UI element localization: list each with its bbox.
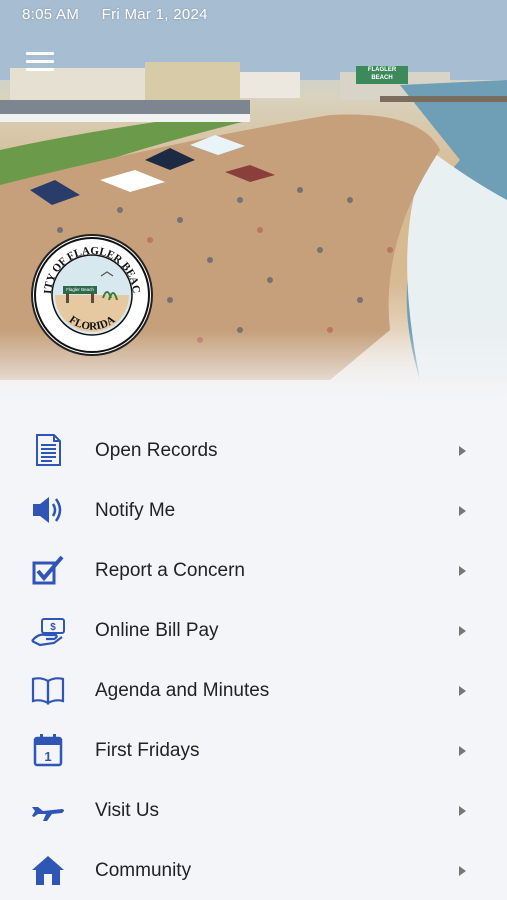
chevron-right-icon xyxy=(459,506,466,516)
menu-item-label: Visit Us xyxy=(95,800,160,821)
chevron-right-icon xyxy=(459,626,466,636)
calendar-icon: 1 xyxy=(33,734,63,767)
svg-text:1: 1 xyxy=(44,749,51,764)
main-menu: Open Records Notify Me Report a Concern … xyxy=(0,420,507,900)
menu-item-visit-us[interactable]: Visit Us xyxy=(0,780,507,840)
pier-sign: FLAGLER BEACH xyxy=(367,67,397,81)
status-time: 8:05 AM xyxy=(22,6,80,23)
menu-item-agenda-and-minutes[interactable]: Agenda and Minutes xyxy=(0,660,507,720)
menu-item-label: Report a Concern xyxy=(95,560,245,581)
chevron-right-icon xyxy=(459,686,466,696)
status-bar: 8:05 AM Fri Mar 1, 2024 xyxy=(22,6,226,23)
chevron-right-icon xyxy=(459,806,466,816)
menu-item-community[interactable]: Community xyxy=(0,840,507,900)
chevron-right-icon xyxy=(459,746,466,756)
menu-item-label: Community xyxy=(95,860,192,881)
menu-item-report-a-concern[interactable]: Report a Concern xyxy=(0,540,507,600)
menu-item-label: Online Bill Pay xyxy=(95,620,219,641)
menu-item-online-bill-pay[interactable]: $ Online Bill Pay xyxy=(0,600,507,660)
open-book-icon xyxy=(31,677,65,705)
house-icon xyxy=(32,856,64,885)
menu-item-label: Agenda and Minutes xyxy=(95,680,270,701)
speaker-icon xyxy=(33,497,62,523)
chevron-right-icon xyxy=(459,866,466,876)
airplane-icon xyxy=(32,807,64,821)
hero-banner: 8:05 AM Fri Mar 1, 2024 FLAGLER BEACH CI… xyxy=(0,0,507,405)
menu-item-open-records[interactable]: Open Records xyxy=(0,420,507,480)
chevron-right-icon xyxy=(459,446,466,456)
menu-item-label: Notify Me xyxy=(95,500,176,521)
status-date: Fri Mar 1, 2024 xyxy=(101,6,208,23)
document-icon xyxy=(36,434,61,466)
chevron-right-icon xyxy=(459,566,466,576)
menu-item-label: First Fridays xyxy=(95,740,200,761)
svg-text:Flagler Beach: Flagler Beach xyxy=(66,287,94,292)
city-seal-logo: CITY OF FLAGLER BEACH FLORIDA Flagler Be… xyxy=(33,236,151,354)
menu-item-label: Open Records xyxy=(95,440,218,461)
money-hand-icon: $ xyxy=(31,618,65,647)
svg-text:$: $ xyxy=(50,622,56,633)
menu-item-notify-me[interactable]: Notify Me xyxy=(0,480,507,540)
menu-item-first-fridays[interactable]: 1 First Fridays xyxy=(0,720,507,780)
checkbox-icon xyxy=(32,555,64,585)
hamburger-menu-icon[interactable] xyxy=(26,52,54,74)
